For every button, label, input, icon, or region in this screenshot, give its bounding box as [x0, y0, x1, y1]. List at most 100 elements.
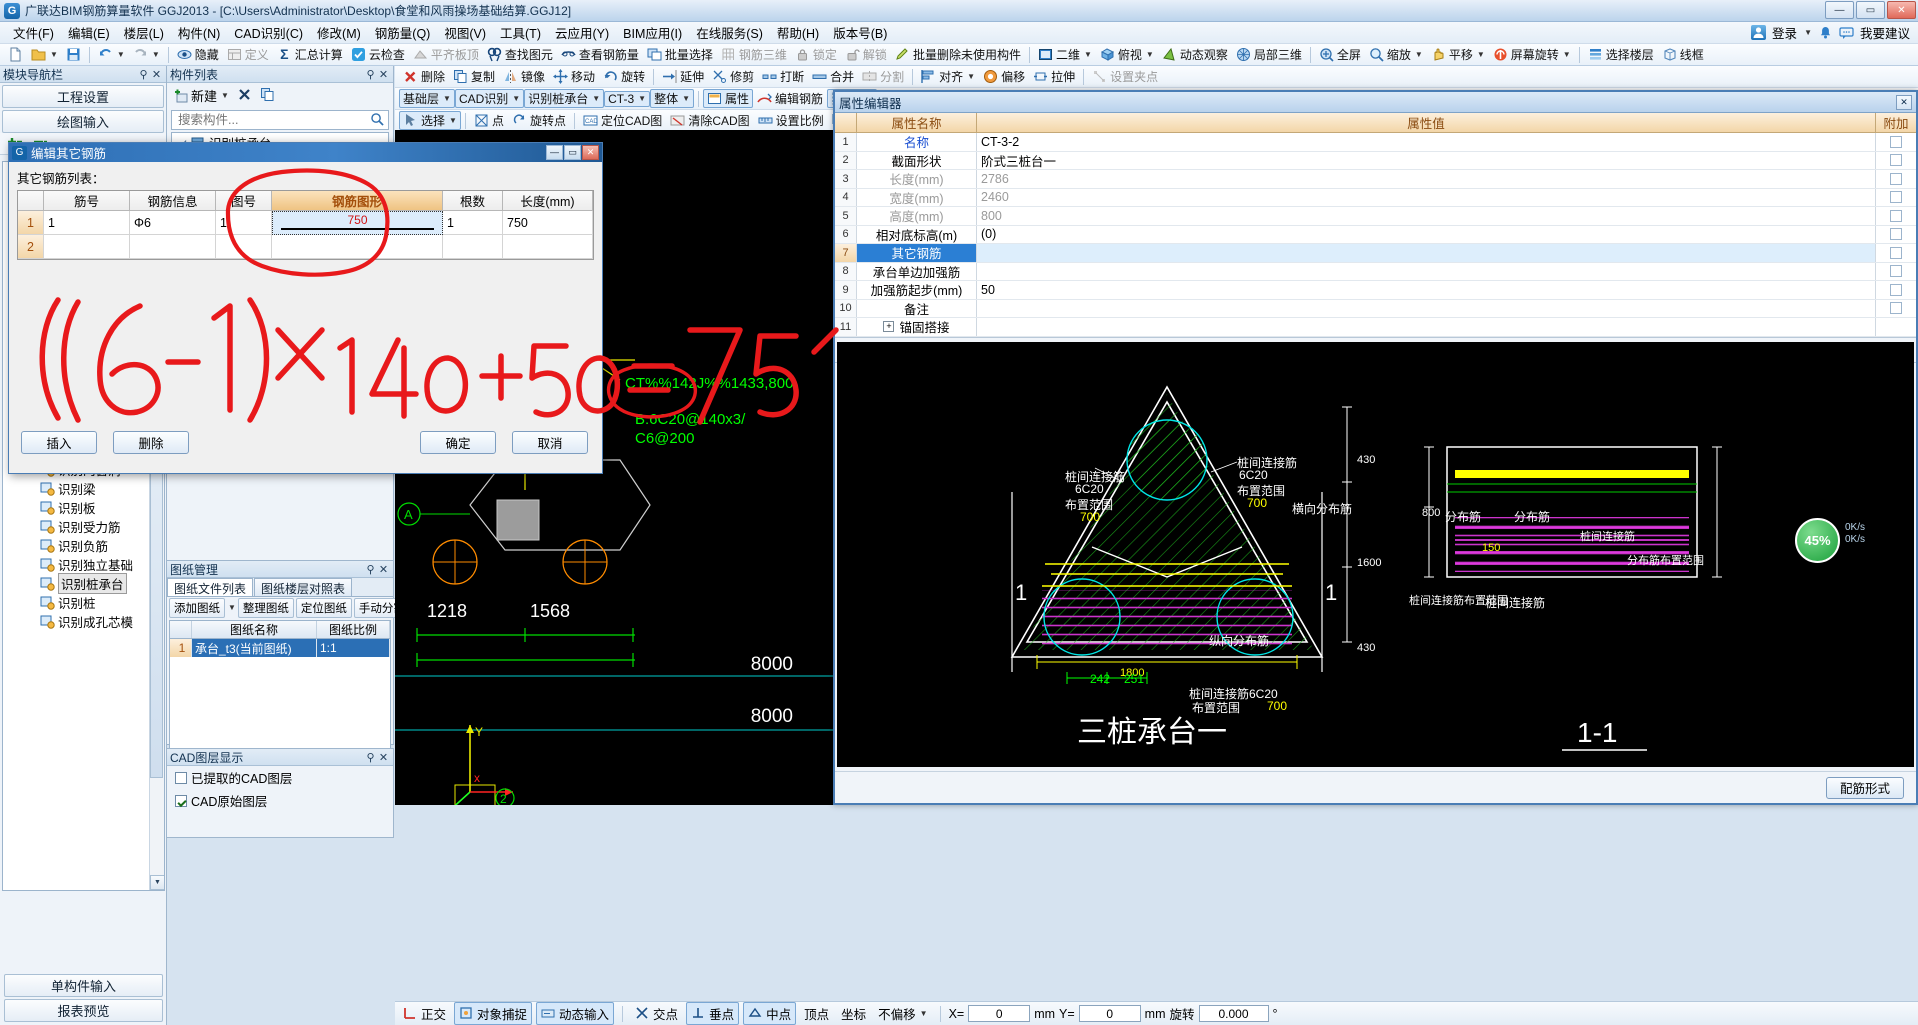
- property-row-value[interactable]: [977, 244, 1876, 262]
- 2d-view-button[interactable]: 二维 ▼: [1034, 45, 1096, 64]
- rebar-row-shape[interactable]: [272, 235, 443, 259]
- attach-checkbox[interactable]: [1890, 283, 1902, 296]
- delete-row-button[interactable]: 删除: [113, 431, 189, 454]
- zoom-button[interactable]: 缩放 ▼: [1365, 45, 1427, 64]
- attach-checkbox[interactable]: [1890, 228, 1902, 241]
- ok-button[interactable]: 确定: [420, 431, 496, 454]
- organize-drawing-button[interactable]: 整理图纸: [237, 597, 294, 618]
- screen-rotate-chevron-down-icon[interactable]: ▼: [1563, 50, 1571, 59]
- rebar-row-length[interactable]: [503, 235, 593, 259]
- status-osnap[interactable]: 对象捕捉: [454, 1002, 533, 1025]
- status-perpendicular[interactable]: 垂点: [686, 1002, 740, 1025]
- menu-tools[interactable]: 工具(T): [493, 21, 548, 44]
- pan-button[interactable]: 平移 ▼: [1427, 45, 1489, 64]
- rebar-row-count[interactable]: [443, 235, 503, 259]
- copy-component-icon[interactable]: [260, 87, 275, 105]
- chevron-down-icon[interactable]: ▼: [682, 94, 690, 103]
- lock-button[interactable]: 锁定: [791, 45, 841, 64]
- menu-edit[interactable]: 编辑(E): [61, 21, 117, 44]
- login-label[interactable]: 登录: [1772, 23, 1797, 42]
- minimize-button[interactable]: —: [1825, 1, 1854, 19]
- view-rebar-button[interactable]: 查看钢筋量: [557, 45, 643, 64]
- hide-button[interactable]: 隐藏: [173, 45, 223, 64]
- unlock-button[interactable]: 解锁: [841, 45, 891, 64]
- status-dyninput[interactable]: 动态输入: [536, 1002, 615, 1025]
- y-coord-input[interactable]: [1078, 1005, 1141, 1022]
- property-row[interactable]: 7 其它钢筋: [835, 244, 1916, 263]
- property-row[interactable]: 11 + 锚固搭接: [835, 318, 1916, 337]
- split-button[interactable]: 分割: [858, 67, 908, 86]
- property-row[interactable]: 2 截面形状 阶式三桩台一: [835, 151, 1916, 170]
- open-file-button[interactable]: ▼: [27, 46, 62, 63]
- rebar-table[interactable]: 筋号 钢筋信息 图号 钢筋图形 根数 长度(mm) 1 1 Φ6 1 750 1…: [17, 190, 594, 260]
- status-coordinate[interactable]: 坐标: [837, 1003, 870, 1024]
- attach-checkbox[interactable]: [1890, 172, 1902, 185]
- property-row-attach[interactable]: [1876, 244, 1916, 262]
- status-nooffset[interactable]: 不偏移 ▼: [874, 1003, 931, 1024]
- bell-icon[interactable]: [1818, 25, 1833, 40]
- property-row-attach[interactable]: [1876, 133, 1916, 151]
- cloud-check-button[interactable]: 云检查: [347, 45, 409, 64]
- combo-pile-cap[interactable]: 识别桩承台 ▼: [524, 89, 605, 108]
- locate-cad-button[interactable]: CAD 定位CAD图: [579, 111, 666, 130]
- property-row-attach[interactable]: [1876, 300, 1916, 318]
- property-row-attach[interactable]: [1876, 281, 1916, 299]
- cad-layer-option-original[interactable]: CAD原始图层: [167, 789, 393, 812]
- property-row-attach[interactable]: [1876, 207, 1916, 225]
- rebar-row-no[interactable]: [44, 235, 130, 259]
- new-file-button[interactable]: [4, 46, 27, 63]
- break-button[interactable]: 打断: [758, 67, 808, 86]
- property-editor-close-button[interactable]: ✕: [1896, 94, 1912, 110]
- property-row[interactable]: 5 高度(mm) 800: [835, 207, 1916, 226]
- rebar-row-tu[interactable]: 1: [216, 211, 272, 235]
- save-button[interactable]: [62, 46, 85, 63]
- status-midpoint[interactable]: 中点: [743, 1002, 797, 1025]
- login-chevron-down-icon[interactable]: ▼: [1804, 28, 1812, 37]
- rebar-row-count[interactable]: 1: [443, 211, 503, 235]
- close-button[interactable]: ✕: [1887, 1, 1916, 19]
- drawing-row-scale[interactable]: 1:1: [317, 639, 390, 657]
- menu-view[interactable]: 视图(V): [437, 21, 493, 44]
- report-preview-button[interactable]: 报表预览: [4, 999, 163, 1022]
- sidebar-item-识别受力筋[interactable]: 识别受力筋: [3, 517, 149, 536]
- screen-rotate-button[interactable]: 屏幕旋转 ▼: [1489, 45, 1575, 64]
- combo-ct3[interactable]: CT-3 ▼: [604, 90, 651, 107]
- find-element-button[interactable]: 查找图元: [483, 45, 557, 64]
- rebar-detail-canvas[interactable]: 三桩承台一 1-1 桩间连接筋 6C20 布置范围 700 桩间连接筋 6C20 布置范围 7…: [837, 342, 1914, 767]
- property-row-value[interactable]: 阶式三桩台一: [977, 151, 1876, 169]
- cad-layer-pin-icon[interactable]: ⚲: [364, 751, 377, 764]
- delete-component-icon[interactable]: [237, 87, 252, 105]
- status-vertex[interactable]: 顶点: [800, 1003, 833, 1024]
- clear-cad-button[interactable]: 清除CAD图: [666, 111, 753, 130]
- navigator-close-icon[interactable]: ✕: [150, 68, 163, 81]
- new-component-button[interactable]: 新建 ▼: [173, 86, 229, 105]
- cad-layer-option-extracted[interactable]: 已提取的CAD图层: [167, 766, 393, 789]
- window-controls[interactable]: — ▭ ✕: [1825, 1, 1916, 19]
- topview-button[interactable]: 俯视 ▼: [1096, 45, 1158, 64]
- move-button[interactable]: 移动: [549, 67, 599, 86]
- property-row-value[interactable]: 2460: [977, 188, 1876, 206]
- chevron-down-icon[interactable]: ▼: [512, 94, 520, 103]
- attach-checkbox[interactable]: [1890, 302, 1902, 315]
- dynamic-orbit-button[interactable]: 动态观察: [1158, 45, 1232, 64]
- chevron-down-icon[interactable]: ▼: [638, 94, 646, 103]
- table-row[interactable]: 1 1 Φ6 1 750 1 750: [18, 211, 593, 235]
- expand-plus-icon[interactable]: +: [883, 321, 895, 333]
- sidebar-item-识别桩[interactable]: 识别桩: [3, 593, 149, 612]
- search-input[interactable]: [176, 112, 370, 128]
- rotate-point-button[interactable]: 旋转点: [508, 111, 570, 130]
- rebar-dialog-maximize[interactable]: ▭: [564, 145, 581, 160]
- rotate-input[interactable]: [1198, 1005, 1269, 1022]
- scroll-down-icon[interactable]: ▼: [150, 875, 164, 890]
- sidebar-item-识别成孔芯模[interactable]: 识别成孔芯模: [3, 612, 149, 631]
- single-component-input-button[interactable]: 单构件输入: [4, 974, 163, 997]
- redo-chevron-down-icon[interactable]: ▼: [152, 50, 160, 59]
- set-grip-button[interactable]: 设置夹点: [1088, 67, 1162, 86]
- fullscreen-button[interactable]: 全屏: [1315, 45, 1365, 64]
- project-settings-button[interactable]: 工程设置: [2, 85, 164, 108]
- property-row-attach[interactable]: [1876, 263, 1916, 281]
- property-row-value[interactable]: [977, 318, 1876, 336]
- property-row-attach[interactable]: [1876, 152, 1916, 170]
- tab-drawing-floor-table[interactable]: 图纸楼层对照表: [254, 578, 353, 596]
- rebar-3d-button[interactable]: 钢筋三维: [717, 45, 791, 64]
